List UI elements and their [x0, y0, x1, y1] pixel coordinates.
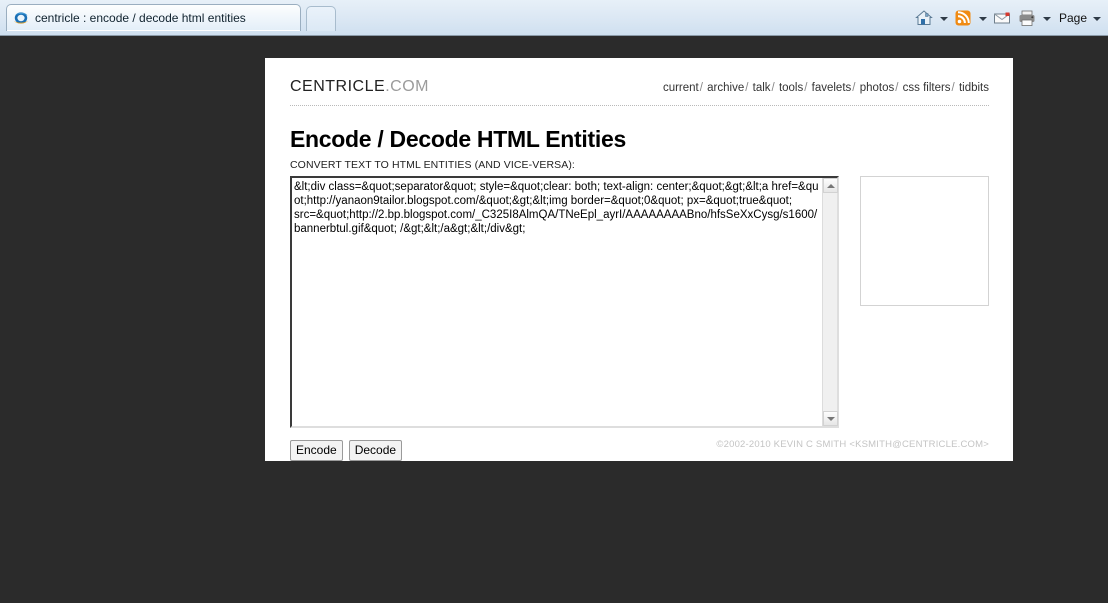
site-nav: current/ archive/ talk/ tools/ favelets/… — [663, 82, 989, 94]
page-viewport: CENTRICLE.COM current/ archive/ talk/ to… — [0, 36, 1108, 603]
page-title: Encode / Decode HTML Entities — [290, 126, 626, 152]
tab-strip: centricle : encode / decode html entitie… — [0, 0, 700, 36]
site-logo[interactable]: CENTRICLE.COM — [290, 78, 429, 96]
page-subtitle: CONVERT TEXT TO HTML ENTITIES (AND VICE-… — [290, 159, 575, 171]
new-tab-button[interactable] — [306, 6, 336, 31]
print-icon[interactable] — [1016, 7, 1038, 29]
nav-separator: / — [804, 82, 808, 94]
footer-copyright: ©2002-2010 KEVIN C SMITH <KSMITH@CENTRIC… — [716, 439, 989, 450]
nav-separator: / — [745, 82, 749, 94]
textarea-wrapper — [290, 176, 839, 428]
web-page: CENTRICLE.COM current/ archive/ talk/ to… — [265, 58, 1013, 461]
nav-item-talk[interactable]: talk — [753, 82, 771, 94]
home-icon[interactable] — [913, 7, 935, 29]
logo-suffix-text: .COM — [385, 78, 429, 95]
entities-textarea[interactable] — [290, 176, 839, 428]
converter-row — [290, 176, 989, 428]
nav-item-archive[interactable]: archive — [707, 82, 744, 94]
site-header: CENTRICLE.COM current/ archive/ talk/ to… — [290, 78, 989, 106]
scroll-down-arrow-icon[interactable] — [823, 411, 838, 426]
home-dropdown-caret[interactable] — [938, 7, 949, 29]
scroll-up-arrow-icon[interactable] — [823, 178, 838, 193]
mail-icon[interactable] — [991, 7, 1013, 29]
logo-main-text: CENTRICLE — [290, 78, 386, 95]
nav-separator: / — [771, 82, 775, 94]
textarea-scrollbar[interactable] — [822, 178, 838, 426]
nav-separator: / — [852, 82, 856, 94]
nav-separator: / — [895, 82, 899, 94]
nav-item-current[interactable]: current — [663, 82, 699, 94]
decode-button[interactable]: Decode — [348, 440, 403, 461]
browser-toolbar: Page — [913, 0, 1104, 35]
nav-item-tools[interactable]: tools — [779, 82, 803, 94]
browser-tab-active[interactable]: centricle : encode / decode html entitie… — [6, 4, 301, 31]
encode-button[interactable]: Encode — [290, 440, 343, 461]
nav-separator: / — [951, 82, 955, 94]
rss-dropdown-caret[interactable] — [977, 7, 988, 29]
rss-feed-icon[interactable] — [952, 7, 974, 29]
nav-item-photos[interactable]: photos — [860, 82, 895, 94]
page-dropdown-caret[interactable] — [1091, 7, 1102, 29]
side-ad-box — [860, 176, 989, 306]
internet-explorer-icon — [13, 10, 29, 26]
nav-item-css-filters[interactable]: css filters — [903, 82, 951, 94]
nav-item-tidbits[interactable]: tidbits — [959, 82, 989, 94]
print-dropdown-caret[interactable] — [1041, 7, 1052, 29]
nav-item-favelets[interactable]: favelets — [812, 82, 852, 94]
nav-separator: / — [699, 82, 703, 94]
page-menu-button[interactable]: Page — [1055, 11, 1088, 25]
browser-tab-title: centricle : encode / decode html entitie… — [35, 11, 246, 25]
browser-chrome: centricle : encode / decode html entitie… — [0, 0, 1108, 36]
